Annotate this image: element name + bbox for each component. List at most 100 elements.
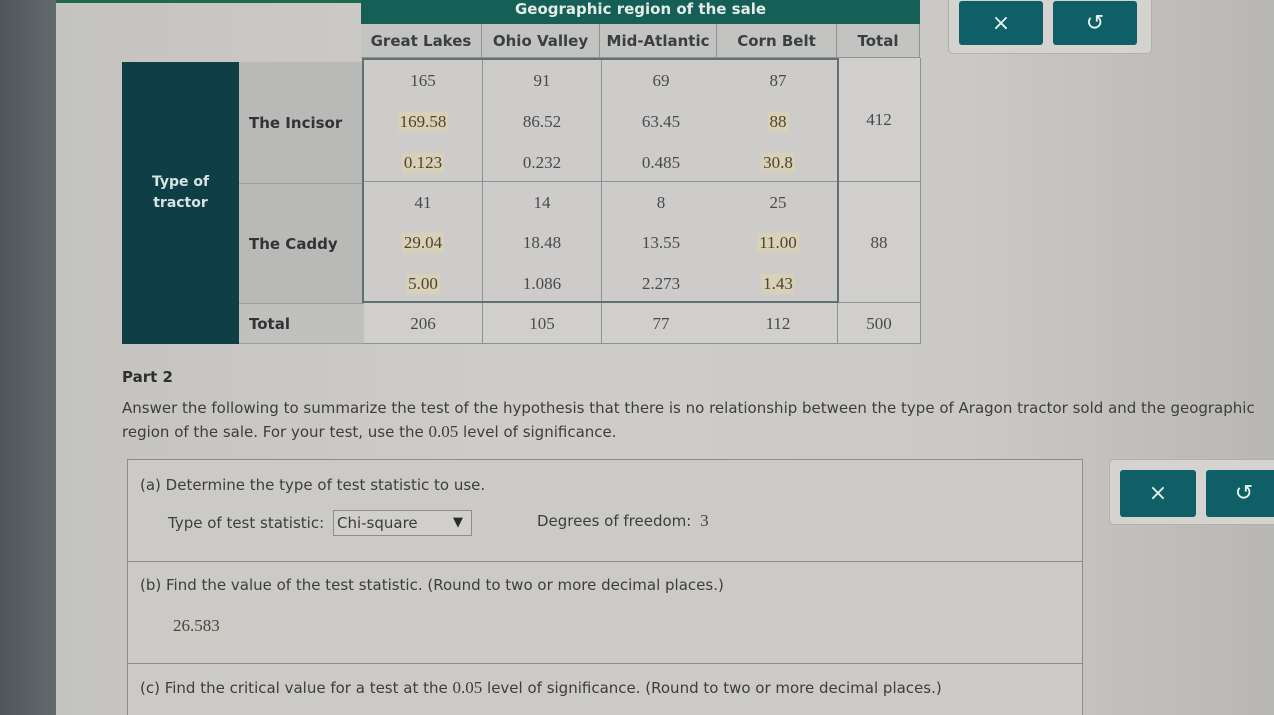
col-header-ohio-valley: Ohio Valley [482,24,600,58]
cell-total-great-lakes: 206 [364,303,483,344]
test-statistic-answer[interactable]: 26.583 [173,616,220,636]
clear-answer-button[interactable]: × [1120,470,1196,517]
cell-caddy-great-lakes: 41 29.04 5.00 [364,182,483,303]
observed-value: 91 [533,71,551,90]
contribution-value-text: 5.00 [406,274,440,294]
cell-grand-total: 500 [838,303,921,344]
observed-value: 87 [769,71,787,90]
question-a-box: (a) Determine the type of test statistic… [127,459,1083,562]
row-label-text: Total [249,314,290,333]
question-b-box: (b) Find the value of the test statistic… [127,561,1083,664]
test-statistic-select[interactable]: Chi-square ▼ [333,510,472,536]
significance-level: 0.05 [428,422,459,441]
col-header-mid-atlantic: Mid-Atlantic [600,24,717,58]
expected-value: 11.00 [719,222,837,263]
expected-value-text: 29.04 [401,233,445,253]
background-edge [0,0,56,715]
observed-value: 41 [414,193,432,212]
contribution-value-text: 1.43 [761,274,795,294]
row-label-caddy: The Caddy [239,184,364,304]
expected-value-text: 169.58 [397,112,449,132]
col-header-corn-belt: Corn Belt [717,24,837,58]
expected-value: 18.48 [522,233,562,252]
cell-total-ohio-valley: 105 [483,303,602,344]
dof-value[interactable]: 3 [700,511,709,530]
instructions-line-1: Answer the following to summarize the te… [122,399,1255,417]
observed-value: 165 [410,71,436,90]
expected-value: 29.04 [364,222,482,263]
cell-total-corn-belt: 112 [719,303,838,344]
column-total-value: 77 [652,314,670,333]
undo-icon: ↺ [1085,10,1105,36]
close-icon: × [1148,481,1168,506]
contribution-value-text: 0.123 [401,153,445,173]
cell-caddy-ohio-valley: 14 18.48 1.086 [483,182,602,303]
cell-incisor-total: 412 [838,58,921,182]
cell-caddy-mid-atlantic: 8 13.55 2.273 [602,182,721,303]
expected-value: 13.55 [641,233,681,252]
significance-level: 0.05 [452,678,483,697]
answer-tools-panel: × ↺ [1109,459,1274,525]
expected-value: 88 [719,101,837,142]
expected-value-text: 11.00 [757,233,799,253]
contribution-value: 2.273 [641,274,681,293]
close-icon: × [991,10,1011,36]
row-label-incisor: The Incisor [239,62,364,184]
test-statistic-label: Type of test statistic: [168,514,325,532]
contribution-value: 5.00 [364,263,482,304]
column-total-value: 112 [765,314,791,333]
undo-answer-button[interactable]: ↺ [1206,470,1274,517]
prompt-text: level of significance. (Round to two or … [482,679,942,697]
dropdown-arrow-icon: ▼ [453,515,463,530]
cell-total-mid-atlantic: 77 [602,303,721,344]
contribution-value-text: 30.8 [761,153,795,173]
cell-incisor-great-lakes: 165 169.58 0.123 [364,58,483,182]
contribution-value: 1.43 [719,263,837,304]
expected-value-text: 88 [767,112,789,132]
column-total-value: 206 [410,314,436,333]
question-a-prompt: (a) Determine the type of test statistic… [140,476,486,494]
dof-label: Degrees of freedom: [537,512,692,530]
clear-button[interactable]: × [959,1,1043,45]
contribution-value: 0.232 [522,153,562,172]
question-c-prompt: (c) Find the critical value for a test a… [140,678,942,698]
part-title: Part 2 [122,368,173,386]
instructions-text: region of the sale. For your test, use t… [122,423,429,441]
degrees-of-freedom: Degrees of freedom: 3 [537,511,709,531]
observed-value: 8 [656,193,666,212]
expected-value: 63.45 [641,112,681,131]
contribution-value: 30.8 [719,142,837,183]
col-header-total: Total [837,24,920,58]
question-b-prompt: (b) Find the value of the test statistic… [140,576,724,594]
column-group-header: Geographic region of the sale [361,0,920,24]
prompt-text: (c) Find the critical value for a test a… [140,679,453,697]
question-c-box: (c) Find the critical value for a test a… [127,663,1083,715]
cell-incisor-corn-belt: 87 88 30.8 [719,58,838,182]
expected-value: 169.58 [364,101,482,142]
contribution-value: 1.086 [522,274,562,293]
col-header-great-lakes: Great Lakes [361,24,482,58]
observed-value: 14 [533,193,551,212]
undo-icon: ↺ [1234,481,1254,506]
test-statistic-selected: Chi-square [337,514,418,532]
column-total-value: 105 [529,314,555,333]
row-label-text: The Incisor [249,113,343,132]
row-label-total: Total [239,304,364,344]
undo-button[interactable]: ↺ [1053,1,1137,45]
cell-caddy-total: 88 [838,182,921,303]
observed-value: 25 [769,193,787,212]
row-total-value: 88 [870,233,888,252]
top-accent-bar [56,0,361,3]
row-group-header-text: Type of tractor [151,174,210,211]
contribution-value: 0.485 [641,153,681,172]
cell-caddy-corn-belt: 25 11.00 1.43 [719,182,838,303]
contribution-value: 0.123 [364,142,482,183]
table-tools-panel: × ↺ [948,0,1152,54]
expected-value: 86.52 [522,112,562,131]
instructions-text: level of significance. [458,423,617,441]
row-total-value: 412 [866,110,892,129]
row-group-header: Type of tractor [122,62,239,344]
row-label-text: The Caddy [249,234,338,253]
part-instructions: Answer the following to summarize the te… [122,397,1274,444]
grand-total-value: 500 [866,314,892,333]
